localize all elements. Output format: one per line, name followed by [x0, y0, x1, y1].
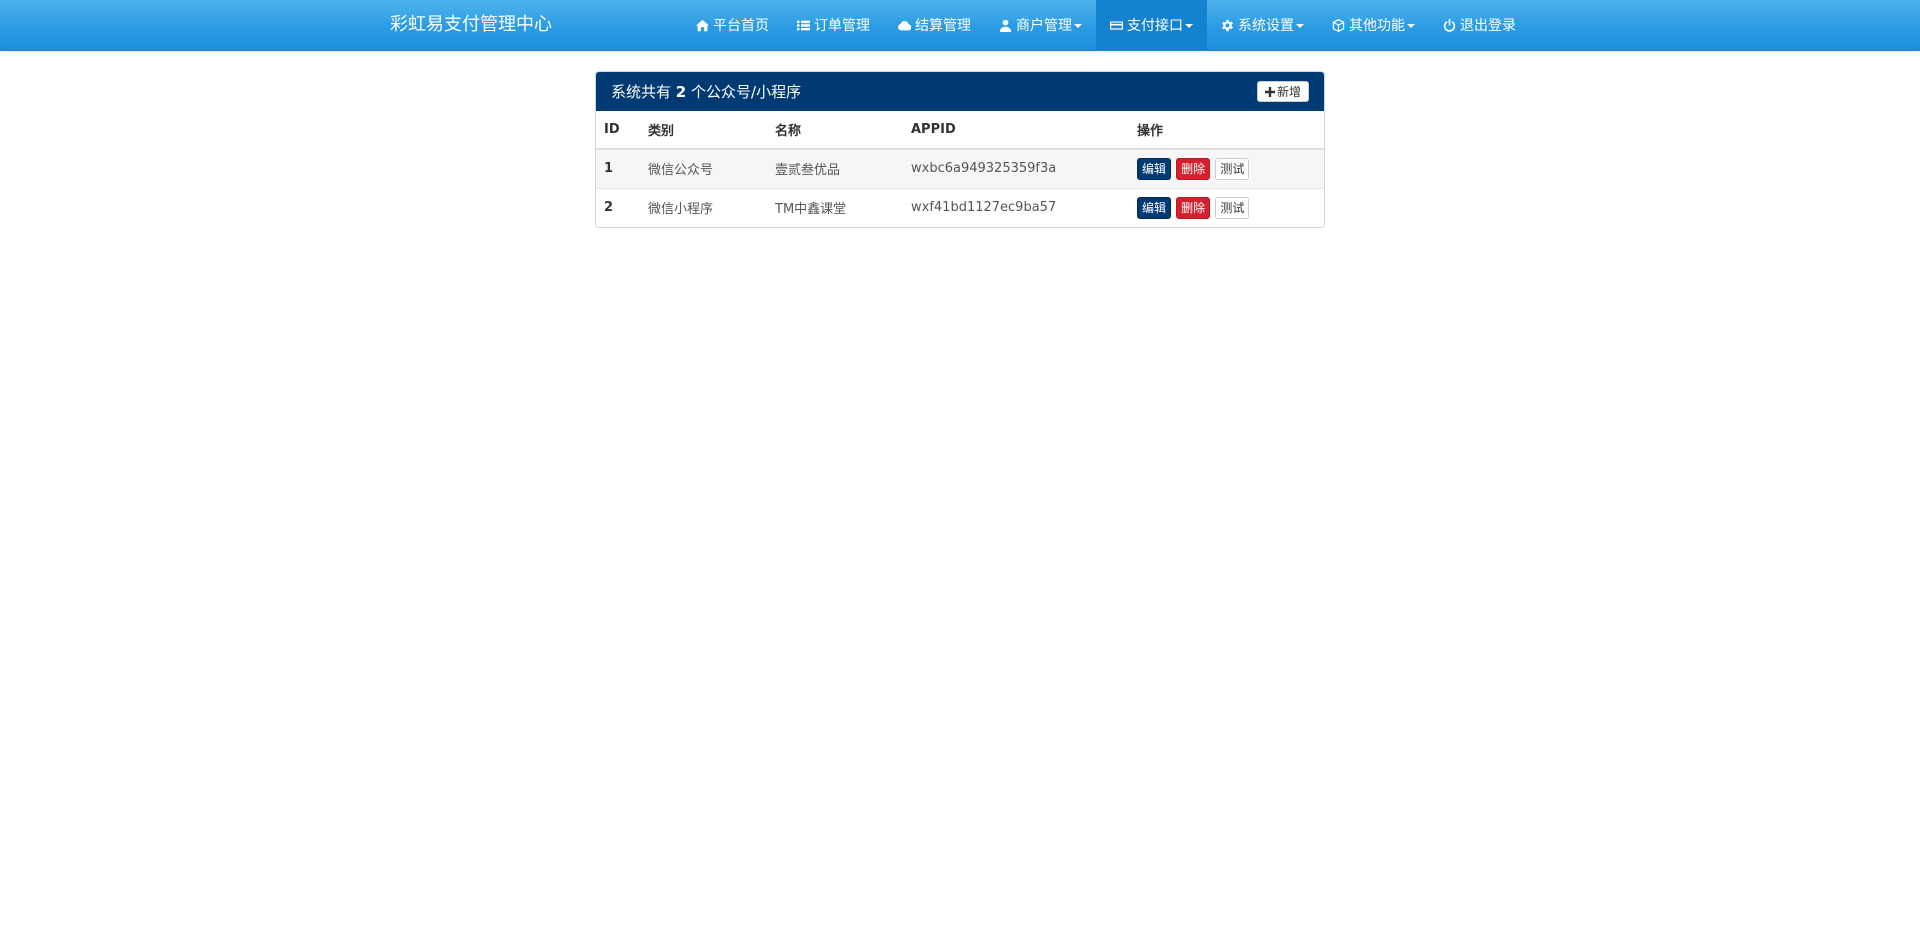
- cell-name: TM中鑫课堂: [767, 187, 903, 227]
- add-button-label: 新增: [1276, 85, 1301, 99]
- app-count: 2: [675, 83, 687, 101]
- add-button[interactable]: 新增: [1256, 81, 1309, 102]
- panel-title-prefix: 系统共有: [611, 83, 672, 101]
- nav-item-label: 系统设置: [1238, 18, 1294, 34]
- nav-item-label: 退出登录: [1460, 18, 1516, 34]
- cube-icon: [1332, 18, 1345, 32]
- nav-item-settlement[interactable]: 结算管理: [884, 0, 985, 50]
- cloud-icon: [898, 20, 911, 30]
- edit-button[interactable]: 编辑: [1137, 157, 1172, 180]
- nav-item-orders[interactable]: 订单管理: [783, 0, 884, 50]
- nav-item-label: 订单管理: [814, 18, 870, 34]
- table-header-row: ID 类别 名称 APPID 操作: [596, 111, 1324, 150]
- nav-item-label: 支付接口: [1127, 18, 1183, 34]
- nav-item-other-functions[interactable]: 其他功能: [1318, 0, 1429, 50]
- column-header-appid: APPID: [903, 111, 1129, 150]
- nav-item-merchants[interactable]: 商户管理: [985, 0, 1096, 50]
- cell-appid: wxf41bd1127ec9ba57: [903, 187, 1129, 227]
- column-header-name: 名称: [767, 111, 903, 150]
- home-icon: [696, 19, 709, 31]
- column-header-type: 类别: [640, 111, 767, 150]
- chevron-down-icon: [1185, 23, 1193, 28]
- cell-id: 2: [596, 187, 640, 227]
- nav-item-label: 其他功能: [1349, 18, 1405, 34]
- cell-type: 微信小程序: [640, 187, 767, 227]
- apps-table: ID 类别 名称 APPID 操作 1 微信公众号 壹贰叁优品 wxbc6a94…: [596, 111, 1324, 227]
- nav-item-label: 平台首页: [713, 18, 769, 34]
- chevron-down-icon: [1296, 23, 1304, 28]
- column-header-actions: 操作: [1129, 111, 1324, 150]
- delete-button[interactable]: 删除: [1176, 196, 1211, 219]
- delete-button[interactable]: 删除: [1176, 157, 1211, 180]
- power-icon: [1443, 18, 1456, 32]
- cell-appid: wxbc6a949325359f3a: [903, 148, 1129, 188]
- panel-title-suffix: 个公众号/小程序: [691, 83, 802, 101]
- cell-actions: 编辑 删除 测试: [1129, 148, 1324, 188]
- nav-item-logout[interactable]: 退出登录: [1429, 0, 1530, 50]
- credit-card-icon: [1110, 20, 1123, 30]
- chevron-down-icon: [1074, 23, 1082, 28]
- cell-actions: 编辑 删除 测试: [1129, 187, 1324, 227]
- brand-title[interactable]: 彩虹易支付管理中心: [390, 0, 552, 50]
- test-button[interactable]: 测试: [1215, 157, 1250, 180]
- top-navbar: 彩虹易支付管理中心 平台首页 订单管理 结算管理 商户管理 支付接口 系统设置: [0, 0, 1920, 51]
- user-icon: [999, 19, 1012, 32]
- list-icon: [797, 20, 810, 30]
- edit-button[interactable]: 编辑: [1137, 196, 1172, 219]
- wechat-apps-panel: 系统共有 2 个公众号/小程序 新增 ID 类别 名称 APPID 操作 1 微…: [595, 71, 1325, 228]
- test-button[interactable]: 测试: [1215, 196, 1250, 219]
- panel-title: 系统共有 2 个公众号/小程序: [611, 81, 801, 102]
- cell-type: 微信公众号: [640, 148, 767, 188]
- table-row: 1 微信公众号 壹贰叁优品 wxbc6a949325359f3a 编辑 删除 测…: [596, 148, 1324, 188]
- chevron-down-icon: [1407, 23, 1415, 28]
- gear-icon: [1222, 19, 1233, 31]
- cell-id: 1: [596, 148, 640, 188]
- main-nav: 平台首页 订单管理 结算管理 商户管理 支付接口 系统设置 其他功能 退出登录: [682, 0, 1530, 50]
- nav-item-label: 结算管理: [915, 18, 971, 34]
- plus-icon: [1264, 86, 1275, 97]
- nav-item-system-settings[interactable]: 系统设置: [1207, 0, 1318, 50]
- nav-item-home[interactable]: 平台首页: [682, 0, 783, 50]
- column-header-id: ID: [596, 111, 640, 150]
- nav-item-payment-interface[interactable]: 支付接口: [1096, 0, 1207, 50]
- panel-heading: 系统共有 2 个公众号/小程序 新增: [596, 72, 1324, 111]
- nav-item-label: 商户管理: [1016, 18, 1072, 34]
- table-row: 2 微信小程序 TM中鑫课堂 wxf41bd1127ec9ba57 编辑 删除 …: [596, 187, 1324, 227]
- cell-name: 壹贰叁优品: [767, 148, 903, 188]
